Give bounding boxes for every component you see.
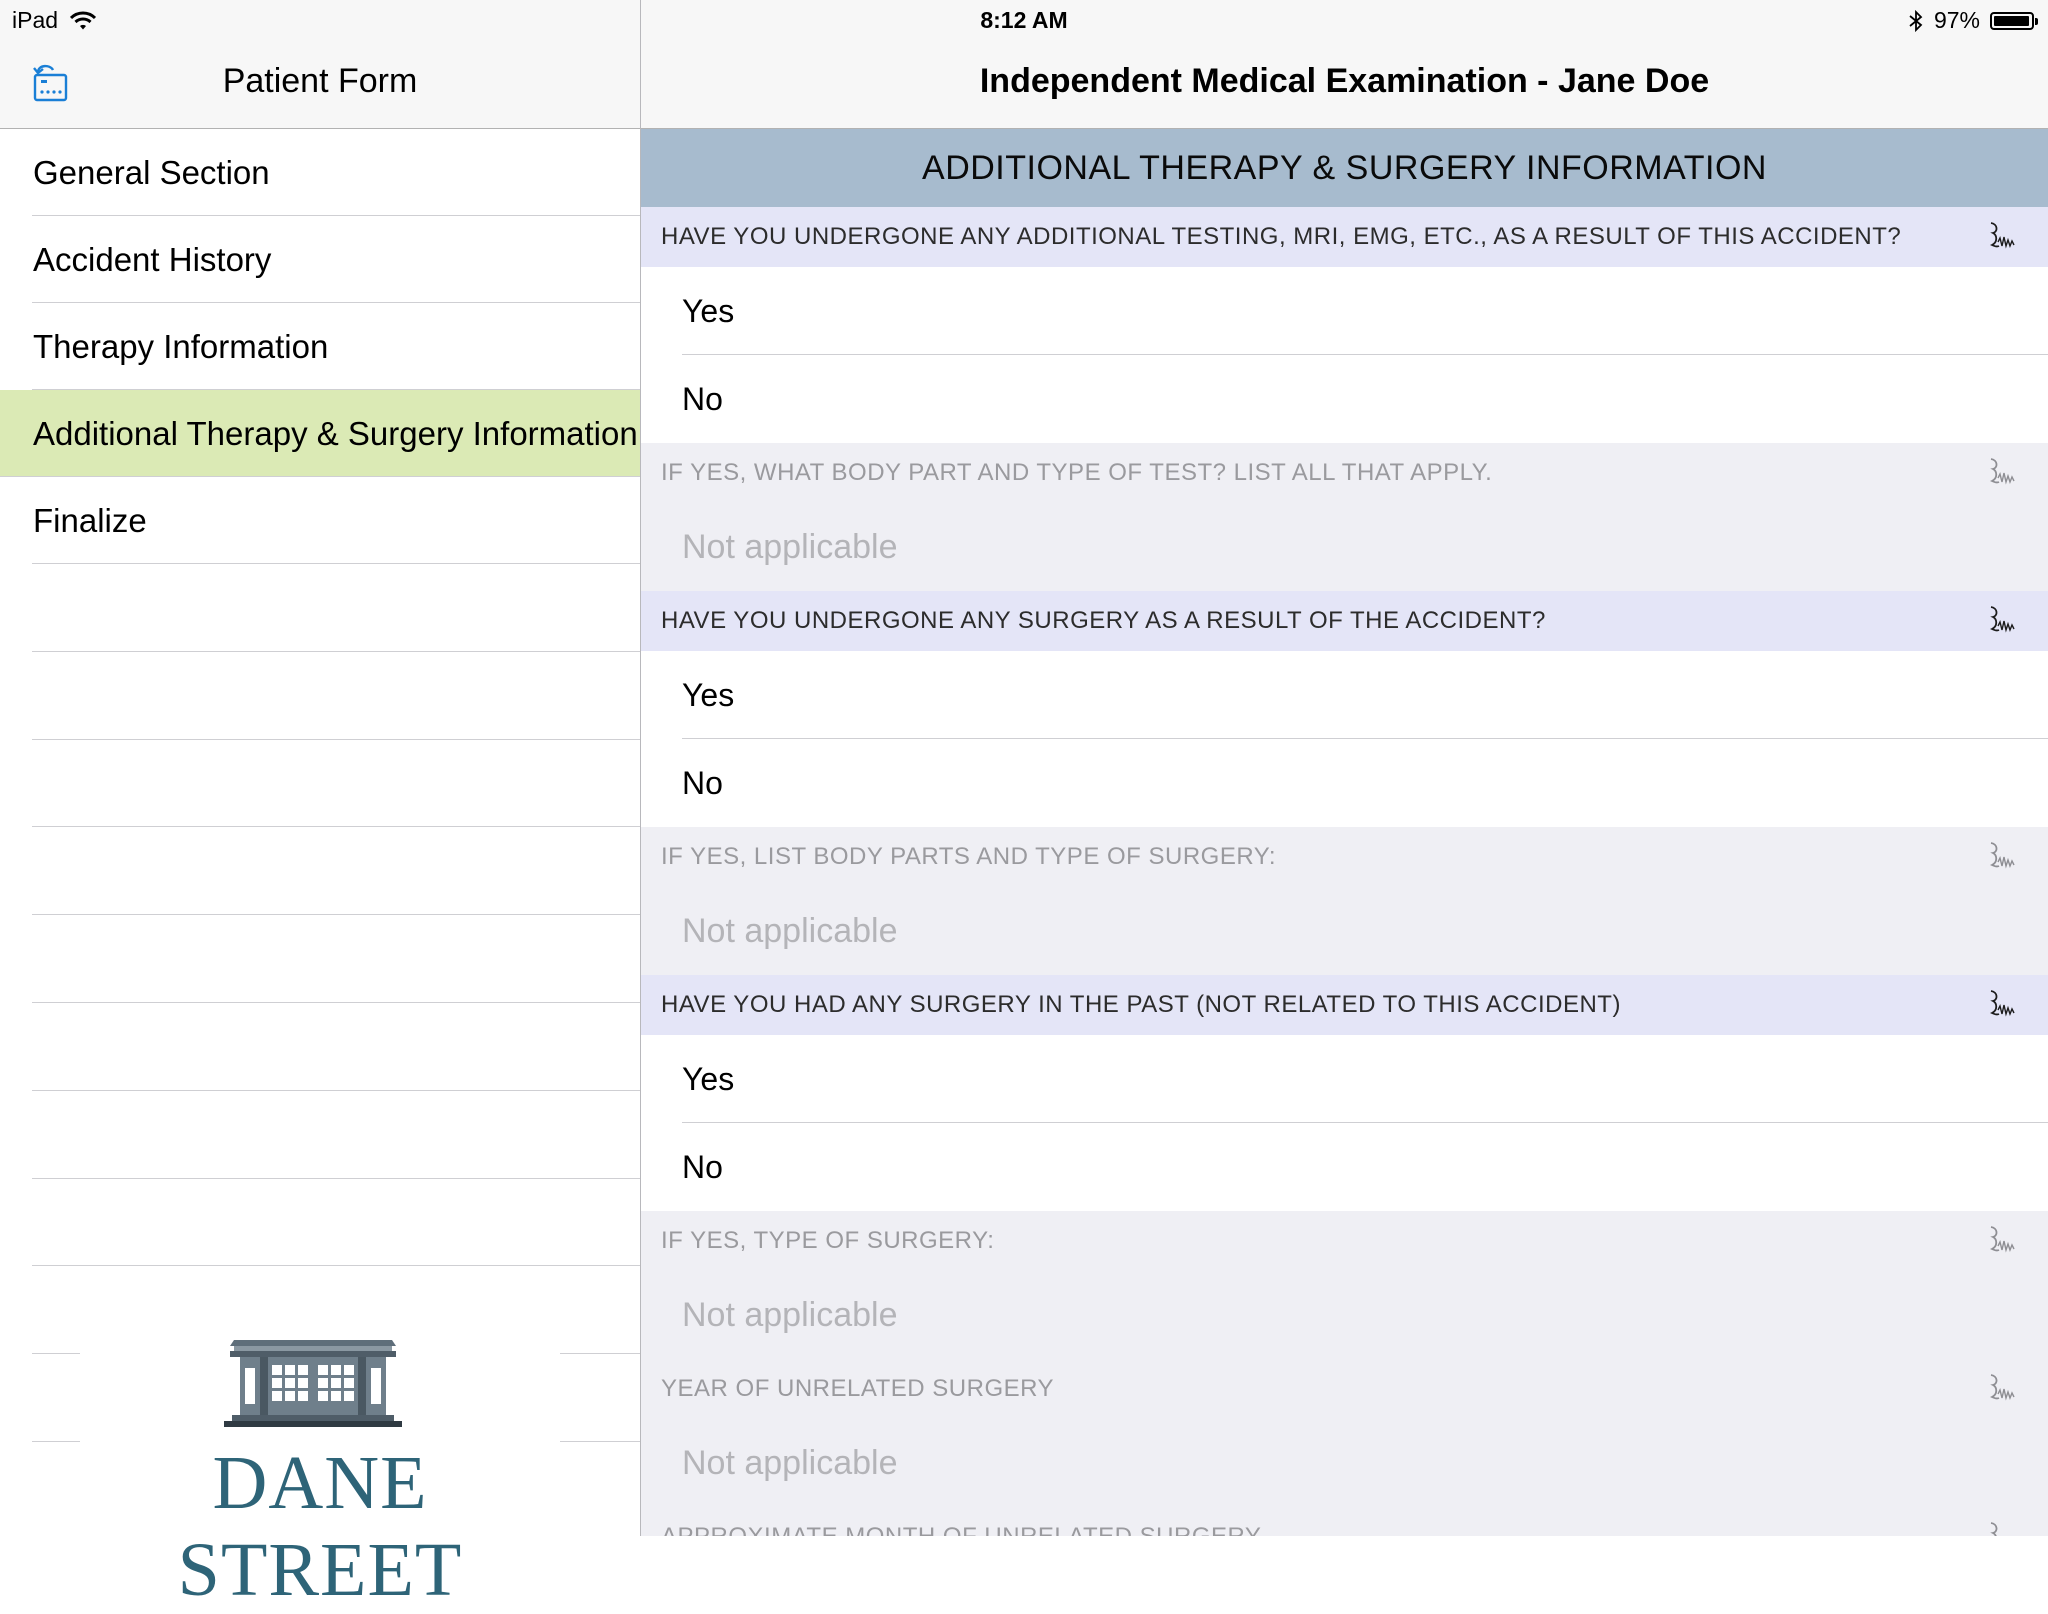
answer-options: Yes No	[641, 267, 2048, 443]
sidebar-item-label: Accident History	[33, 240, 272, 278]
answer-option-yes[interactable]: Yes	[641, 267, 2048, 355]
question-text: IF YES, TYPE OF SURGERY:	[661, 1227, 995, 1254]
question-text: HAVE YOU UNDERGONE ANY ADDITIONAL TESTIN…	[661, 223, 1902, 250]
question-label: HAVE YOU UNDERGONE ANY SURGERY AS A RESU…	[641, 591, 2048, 651]
question-label: IF YES, LIST BODY PARTS AND TYPE OF SURG…	[641, 827, 2048, 887]
question-text: YEAR OF UNRELATED SURGERY	[661, 1375, 1055, 1402]
question-label: IF YES, WHAT BODY PART AND TYPE OF TEST?…	[641, 443, 2048, 503]
question-text: IF YES, LIST BODY PARTS AND TYPE OF SURG…	[661, 843, 1277, 870]
split-divider[interactable]	[640, 0, 641, 1536]
signature-icon[interactable]	[1984, 1223, 2018, 1257]
empty-row	[0, 1179, 640, 1267]
logo-text: DANE STREET	[177, 1441, 463, 1612]
bluetooth-icon	[1909, 9, 1923, 32]
answer-option-no[interactable]: No	[641, 355, 2048, 443]
answer-option-no[interactable]: No	[641, 739, 2048, 827]
sidebar-item[interactable]: Additional Therapy & Surgery Information	[0, 390, 640, 477]
signature-icon[interactable]	[1984, 219, 2018, 253]
section-menu: General Section Accident History Therapy I…	[0, 129, 640, 1442]
building-logo-icon	[224, 1340, 402, 1427]
question-text: HAVE YOU UNDERGONE ANY SURGERY AS A RESU…	[661, 607, 1546, 634]
signature-icon[interactable]	[1984, 1371, 2018, 1405]
sidebar-item[interactable]: General Section	[0, 129, 640, 216]
form-content[interactable]: ADDITIONAL THERAPY & SURGERY INFORMATION…	[641, 129, 2048, 1536]
question-list: HAVE YOU UNDERGONE ANY ADDITIONAL TESTIN…	[641, 207, 2048, 1536]
answer-value[interactable]: Not applicable	[641, 1271, 2048, 1359]
battery-icon	[1990, 11, 2038, 30]
empty-row	[0, 827, 640, 915]
dane-street-logo: DANE STREET	[80, 1338, 560, 1612]
detail-pane: Independent Medical Examination - Jane D…	[641, 0, 2048, 1536]
empty-row	[0, 1003, 640, 1091]
sidebar-item[interactable]: Accident History	[0, 216, 640, 303]
answer-options: Yes No	[641, 1035, 2048, 1211]
question-label: APPROXIMATE MONTH OF UNRELATED SURGERY	[641, 1507, 2048, 1536]
master-pane: Patient Form General Section Accident His…	[0, 0, 640, 1612]
empty-row	[0, 915, 640, 1003]
answer-option-yes[interactable]: Yes	[641, 1035, 2048, 1123]
question-label: HAVE YOU UNDERGONE ANY ADDITIONAL TESTIN…	[641, 207, 2048, 267]
sidebar-item-label: Therapy Information	[33, 327, 329, 365]
empty-row	[0, 740, 640, 828]
question-label: HAVE YOU HAD ANY SURGERY IN THE PAST (NO…	[641, 975, 2048, 1035]
question-text: IF YES, WHAT BODY PART AND TYPE OF TEST?…	[661, 459, 1493, 486]
question-text: HAVE YOU HAD ANY SURGERY IN THE PAST (NO…	[661, 991, 1621, 1018]
signature-icon[interactable]	[1984, 987, 2018, 1021]
battery-percent: 97%	[1933, 7, 1980, 33]
answer-value[interactable]: Not applicable	[641, 503, 2048, 591]
question-text: APPROXIMATE MONTH OF UNRELATED SURGERY	[661, 1523, 1261, 1536]
sidebar-item-label: Additional Therapy & Surgery Information	[33, 414, 638, 452]
answer-option-no[interactable]: No	[641, 1123, 2048, 1211]
question-label: IF YES, TYPE OF SURGERY:	[641, 1211, 2048, 1271]
sidebar-item[interactable]: Finalize	[0, 477, 640, 564]
status-time: 8:12 AM	[980, 7, 1068, 33]
sidebar-item[interactable]: Therapy Information	[0, 303, 640, 390]
signature-icon[interactable]	[1984, 455, 2018, 489]
signature-icon[interactable]	[1984, 603, 2018, 637]
answer-value[interactable]: Not applicable	[641, 887, 2048, 975]
detail-title: Independent Medical Examination - Jane D…	[979, 62, 1710, 100]
sidebar-item-label: Finalize	[33, 501, 147, 539]
empty-row	[0, 1091, 640, 1179]
answer-value[interactable]: Not applicable	[641, 1419, 2048, 1507]
signature-icon[interactable]	[1984, 839, 2018, 873]
answer-option-yes[interactable]: Yes	[641, 651, 2048, 739]
sidebar-item-label: General Section	[33, 153, 270, 191]
empty-row	[0, 564, 640, 652]
signature-icon[interactable]	[1984, 1519, 2018, 1536]
section-header: ADDITIONAL THERAPY & SURGERY INFORMATION	[641, 129, 2048, 207]
status-bar: iPad 8:12 AM 97%	[0, 0, 2048, 40]
empty-row	[0, 652, 640, 740]
question-label: YEAR OF UNRELATED SURGERY	[641, 1359, 2048, 1419]
master-title: Patient Form	[222, 62, 418, 100]
answer-options: Yes No	[641, 651, 2048, 827]
